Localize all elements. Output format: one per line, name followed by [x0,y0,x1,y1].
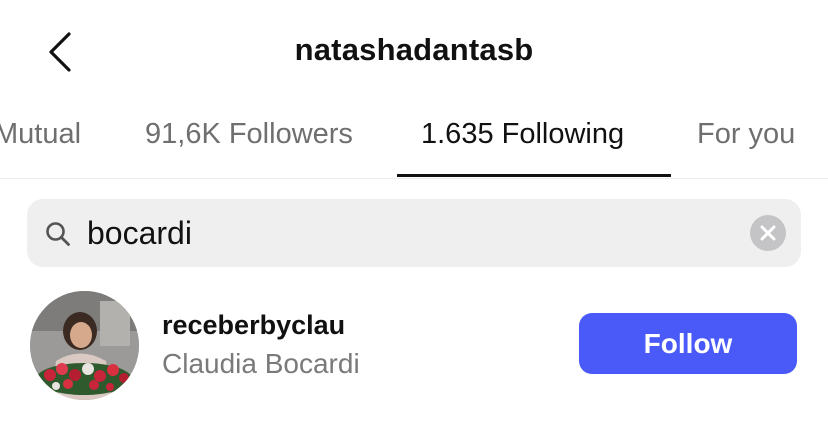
search-bar[interactable] [27,199,801,267]
clear-icon [760,225,776,241]
tab-bar: Mutual 91,6K Followers 1.635 Following F… [0,100,828,179]
search-result-row[interactable]: receberbyclau Claudia Bocardi Follow [0,282,828,412]
follow-button[interactable]: Follow [579,313,797,374]
avatar[interactable] [30,291,139,400]
top-bar: natashadantasb [0,0,828,100]
tab-for-you[interactable]: For you [697,118,795,151]
result-full-name: Claudia Bocardi [162,348,360,379]
tab-mutual[interactable]: Mutual [0,118,81,151]
page-title: natashadantasb [294,32,534,67]
active-tab-indicator [397,174,671,177]
tab-followers[interactable]: 91,6K Followers [145,118,353,151]
tab-following[interactable]: 1.635 Following [421,118,624,151]
result-username[interactable]: receberbyclau [162,310,345,341]
search-icon [44,220,72,248]
search-input[interactable] [87,207,707,259]
clear-search-button[interactable] [750,215,786,251]
